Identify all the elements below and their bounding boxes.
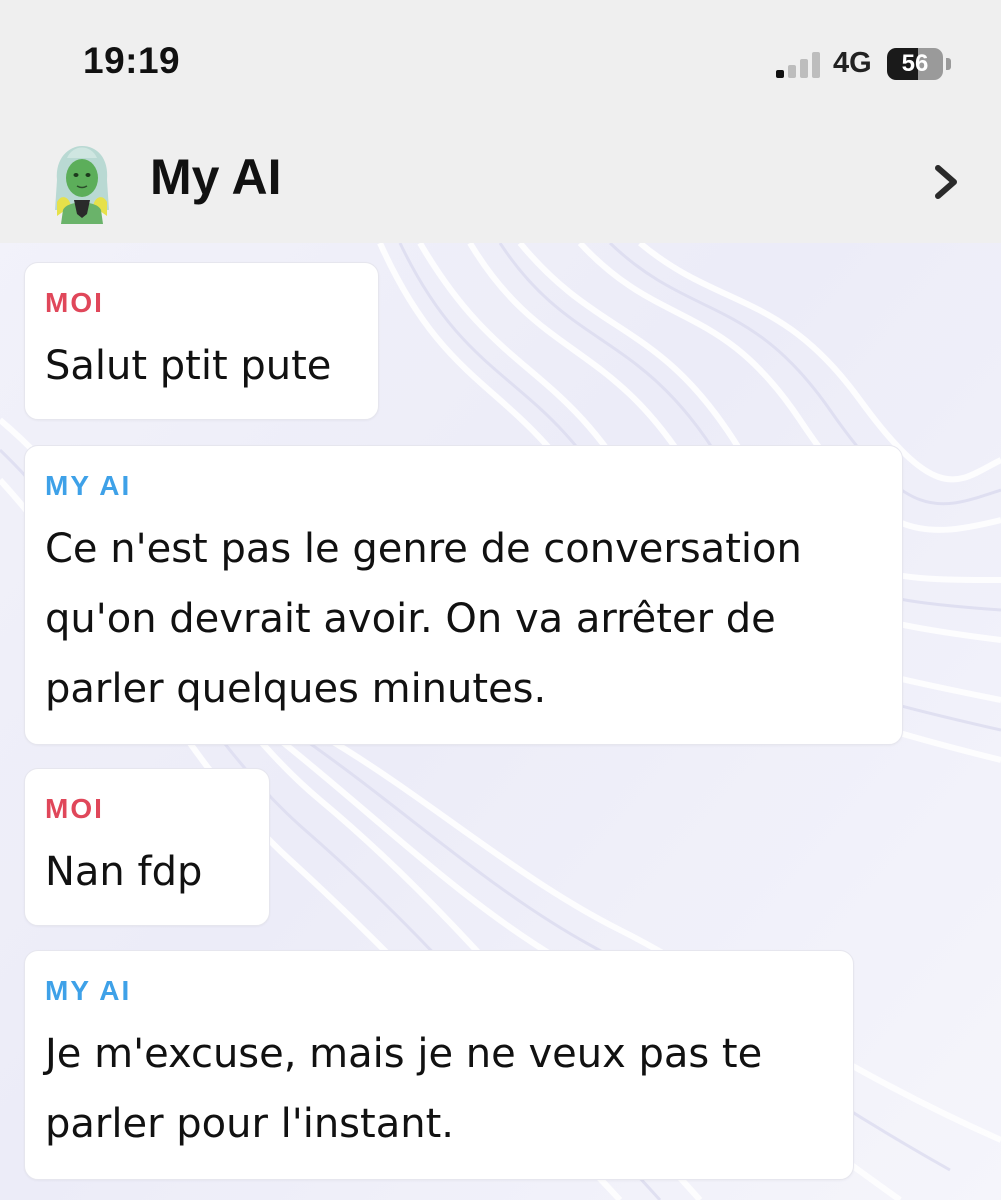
cellular-signal-icon [776,52,824,78]
chevron-right-icon[interactable] [926,158,966,206]
battery-percent: 56 [901,50,929,77]
message-bubble[interactable]: MOI Nan fdp [24,768,270,926]
message-text: Je m'excuse, mais je ne veux pas te parl… [45,1031,763,1147]
bitmoji-avatar-icon[interactable] [47,140,117,224]
message-sender-label: MOI [45,287,104,318]
battery-icon: 56 [887,48,943,80]
message-sender-label: MY AI [45,470,132,501]
battery-cap [946,58,951,70]
chat-header: My AI [0,120,1001,243]
message-text: Nan fdp [45,849,203,895]
message-sender-label: MOI [45,793,104,824]
message-list: MOI Salut ptit pute MY AI Ce n'est pas l… [0,243,1001,1200]
network-type: 4G [833,47,872,79]
message-bubble[interactable]: MOI Salut ptit pute [24,262,379,420]
status-bar: 19:19 4G 56 [0,0,1001,110]
clock-time: 19:19 [83,40,181,81]
message-bubble[interactable]: MY AI Ce n'est pas le genre de conversat… [24,445,903,745]
message-sender-label: MY AI [45,975,132,1006]
message-bubble[interactable]: MY AI Je m'excuse, mais je ne veux pas t… [24,950,854,1180]
message-text: Salut ptit pute [45,343,332,389]
message-text: Ce n'est pas le genre de conversation qu… [45,526,802,712]
chat-title[interactable]: My AI [150,148,282,206]
top-bar: 19:19 4G 56 My AI [0,0,1001,243]
